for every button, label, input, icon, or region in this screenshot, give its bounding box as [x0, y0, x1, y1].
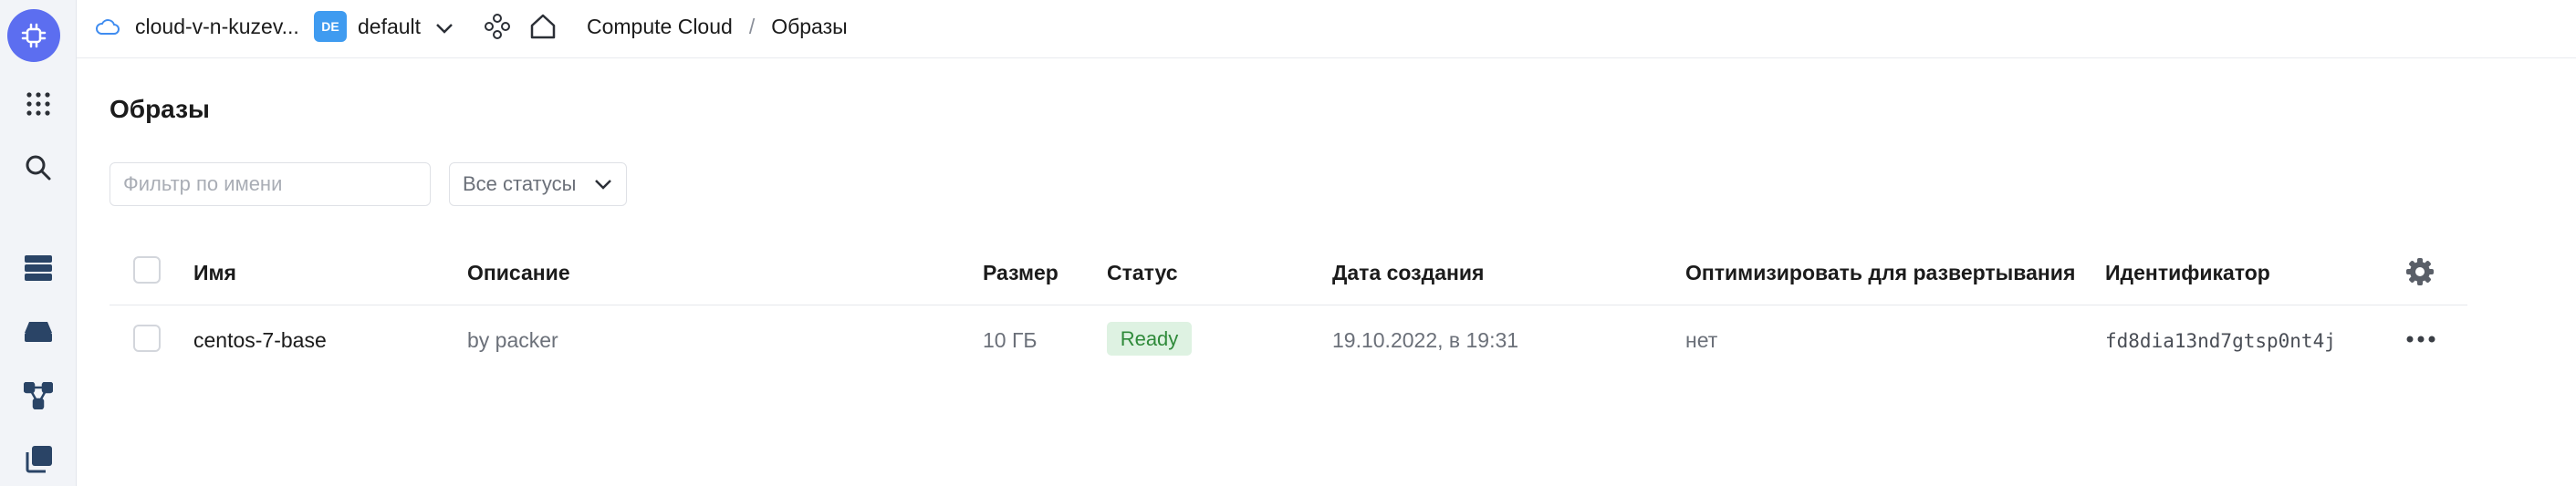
row-description: by packer: [467, 328, 558, 352]
row-checkbox[interactable]: [133, 325, 161, 352]
cloud-name: cloud-v-n-kuzev...: [135, 14, 299, 38]
compute-logo-icon[interactable]: [7, 9, 60, 62]
page-title: Образы: [110, 95, 210, 123]
cloud-selector[interactable]: cloud-v-n-kuzev...: [135, 0, 299, 53]
column-header-description[interactable]: Описание: [467, 261, 570, 285]
cloud-icon: [95, 0, 120, 53]
column-header-name[interactable]: Имя: [193, 261, 236, 285]
status-filter-value: Все статусы: [463, 172, 577, 195]
services-icon[interactable]: [484, 0, 511, 53]
folder-name: default: [358, 14, 422, 38]
breadcrumb-separator: /: [748, 14, 756, 38]
column-header-optimize[interactable]: Оптимизировать для развертывания: [1685, 261, 2075, 285]
column-header-id[interactable]: Идентификатор: [2105, 261, 2270, 285]
row-id: fd8dia13nd7gtsp0nt4j: [2105, 330, 2336, 352]
folder-badge: DE: [314, 11, 347, 42]
column-header-status[interactable]: Статус: [1107, 261, 1178, 285]
more-actions-icon[interactable]: [2406, 332, 2435, 348]
column-header-size[interactable]: Размер: [983, 261, 1059, 285]
left-rail: [0, 0, 77, 486]
select-all-checkbox[interactable]: [133, 256, 161, 284]
disk-icon[interactable]: [5, 303, 71, 361]
row-created: 19.10.2022, в 19:31: [1332, 328, 1519, 352]
breadcrumb-current: Образы: [771, 14, 848, 38]
row-optimize: нет: [1685, 328, 1718, 352]
home-icon[interactable]: [529, 0, 557, 53]
chevron-down-icon: [593, 174, 613, 200]
search-icon[interactable]: [5, 139, 71, 197]
top-header: cloud-v-n-kuzev... DE default Compute Cl…: [77, 0, 2576, 58]
status-badge: Ready: [1107, 322, 1192, 356]
images-stack-icon[interactable]: [5, 430, 71, 486]
apps-grid-icon[interactable]: [5, 75, 71, 133]
breadcrumb: Compute Cloud / Образы: [587, 0, 848, 53]
settings-gear-icon[interactable]: [2405, 257, 2435, 291]
row-name[interactable]: centos-7-base: [193, 328, 327, 353]
name-filter-input[interactable]: [110, 162, 431, 206]
breadcrumb-service[interactable]: Compute Cloud: [587, 15, 733, 39]
chevron-down-icon: [435, 15, 454, 39]
servers-icon[interactable]: [5, 239, 71, 297]
row-size: 10 ГБ: [983, 328, 1038, 352]
network-icon[interactable]: [5, 367, 71, 425]
folder-selector[interactable]: DE default: [314, 0, 454, 53]
status-filter-select[interactable]: Все статусы: [449, 162, 627, 206]
column-header-created[interactable]: Дата создания: [1332, 261, 1484, 285]
